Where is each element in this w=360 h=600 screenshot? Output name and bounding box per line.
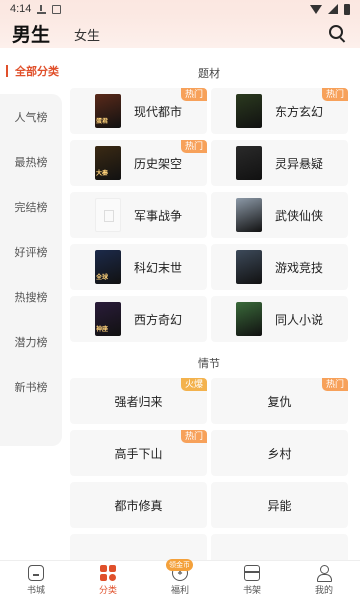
- search-button[interactable]: [326, 22, 348, 44]
- sidebar-item-completed[interactable]: 完结榜: [0, 184, 62, 229]
- theme-label: 武侠仙侠: [275, 208, 324, 223]
- nav-label: 我的: [314, 585, 333, 595]
- theme-label: 东方玄幻: [275, 104, 324, 119]
- tab-male[interactable]: 男生: [12, 20, 50, 47]
- plot-card[interactable]: [211, 534, 348, 560]
- welfare-badge: 领金币: [166, 559, 193, 571]
- ranking-list: 人气榜 最热榜 完结榜 好评榜 热搜榜 潜力榜 新书榜: [0, 94, 62, 446]
- sidebar-item-rated[interactable]: 好评榜: [0, 229, 62, 274]
- book-cover: [236, 250, 262, 284]
- bottom-nav: 书城 分类 ¥ 福利 书架 我的 领金币: [0, 559, 360, 600]
- theme-label: 历史架空: [134, 156, 183, 171]
- signal-icon: [328, 4, 338, 14]
- hot-badge: 热门: [321, 88, 348, 101]
- home-icon: [28, 565, 44, 581]
- theme-card[interactable]: 神座 西方奇幻: [70, 296, 207, 342]
- hot-badge: 热门: [321, 378, 348, 391]
- plot-label: 复仇: [267, 394, 292, 409]
- book-cover: [236, 302, 262, 336]
- cover-title: 全球: [96, 275, 109, 281]
- theme-label: 军事战争: [134, 208, 183, 223]
- theme-label: 游戏竞技: [275, 260, 324, 275]
- book-cover: 大秦: [95, 146, 121, 180]
- plot-label: 异能: [267, 498, 292, 513]
- shelf-icon: [244, 565, 260, 581]
- plot-card[interactable]: 强者归来 火爆: [70, 378, 207, 424]
- category-content: 题材 蛋君 现代都市 热门 东方玄幻 热门 大秦 历史架空 热门 灵异悬疑 军事战争 武侠仙侠 全球科…: [70, 58, 348, 560]
- sidebar-item-trending[interactable]: 热搜榜: [0, 274, 62, 319]
- theme-label: 现代都市: [134, 104, 183, 119]
- theme-label: 科幻末世: [134, 260, 183, 275]
- plot-grid: 强者归来 火爆 复仇 热门 高手下山 热门 乡村 都市修真 异能: [70, 378, 348, 560]
- section-title-plots: 情节: [198, 357, 220, 370]
- book-cover: 蛋君: [95, 94, 121, 128]
- theme-card[interactable]: 灵异悬疑: [211, 140, 348, 186]
- theme-card[interactable]: 游戏竞技: [211, 244, 348, 290]
- plot-card[interactable]: 异能: [211, 482, 348, 528]
- battery-icon: [344, 3, 350, 15]
- sidebar-item-label: 全部分类: [15, 66, 59, 78]
- tab-female[interactable]: 女生: [74, 25, 100, 44]
- nav-label: 分类: [98, 585, 117, 595]
- nav-profile[interactable]: 我的: [288, 561, 360, 600]
- sidebar-item-popular[interactable]: 人气榜: [0, 94, 62, 139]
- cover-title: 蛋君: [96, 119, 109, 125]
- cover-title: 神座: [96, 327, 109, 333]
- sidebar-item-hottest[interactable]: 最热榜: [0, 139, 62, 184]
- wifi-icon: [310, 4, 322, 14]
- status-bar: 4:14: [0, 0, 360, 18]
- nav-category[interactable]: 分类: [72, 561, 144, 600]
- theme-card[interactable]: 同人小说: [211, 296, 348, 342]
- book-cover: 神座: [95, 302, 121, 336]
- category-icon: [100, 565, 116, 581]
- book-cover: [236, 198, 262, 232]
- theme-grid: 蛋君 现代都市 热门 东方玄幻 热门 大秦 历史架空 热门 灵异悬疑 军事战争 武侠仙侠 全球 科幻末世…: [70, 88, 348, 342]
- theme-card[interactable]: 东方玄幻 热门: [211, 88, 348, 134]
- theme-card[interactable]: 武侠仙侠: [211, 192, 348, 238]
- plot-label: 强者归来: [114, 394, 163, 409]
- nav-label: 书架: [242, 585, 261, 595]
- plot-card[interactable]: 复仇 热门: [211, 378, 348, 424]
- plot-label: 都市修真: [114, 498, 163, 513]
- sidebar-item-all[interactable]: 全部分类: [0, 58, 62, 84]
- cover-title: 大秦: [96, 171, 109, 177]
- plot-card[interactable]: [70, 534, 207, 560]
- book-cover: [236, 146, 262, 180]
- theme-label: 西方奇幻: [134, 312, 183, 327]
- nav-label: 福利: [170, 585, 189, 595]
- theme-card[interactable]: 蛋君 现代都市 热门: [70, 88, 207, 134]
- top-header: 男生 女生: [0, 18, 360, 48]
- hot-badge: 热门: [180, 140, 207, 153]
- plot-label: 高手下山: [114, 446, 163, 461]
- book-cover: 全球: [95, 250, 121, 284]
- theme-card[interactable]: 全球 科幻末世: [70, 244, 207, 290]
- plot-card[interactable]: 高手下山 热门: [70, 430, 207, 476]
- plot-card[interactable]: 都市修真: [70, 482, 207, 528]
- user-icon: [316, 565, 332, 582]
- book-cover: [95, 198, 121, 232]
- active-indicator: [6, 65, 8, 77]
- sidebar-item-potential[interactable]: 潜力榜: [0, 319, 62, 364]
- theme-label: 灵异悬疑: [275, 156, 324, 171]
- theme-card[interactable]: 大秦 历史架空 热门: [70, 140, 207, 186]
- hot-badge: 热门: [180, 430, 207, 443]
- theme-card[interactable]: 军事战争: [70, 192, 207, 238]
- nav-label: 书城: [26, 585, 45, 595]
- book-cover: [236, 94, 262, 128]
- sidebar-item-new[interactable]: 新书榜: [0, 364, 62, 409]
- status-time: 4:14: [10, 3, 32, 15]
- notification-icon: [52, 4, 62, 14]
- nav-bookstore[interactable]: 书城: [0, 561, 72, 600]
- theme-label: 同人小说: [275, 312, 324, 327]
- download-icon: [37, 4, 47, 14]
- plot-card[interactable]: 乡村: [211, 430, 348, 476]
- plot-label: 乡村: [267, 446, 292, 461]
- section-title-themes: 题材: [198, 67, 220, 80]
- hot-badge: 热门: [180, 88, 207, 101]
- hot-badge: 火爆: [180, 378, 207, 391]
- category-sidebar: 全部分类 人气榜 最热榜 完结榜 好评榜 热搜榜 潜力榜 新书榜: [0, 58, 62, 560]
- nav-bookshelf[interactable]: 书架: [216, 561, 288, 600]
